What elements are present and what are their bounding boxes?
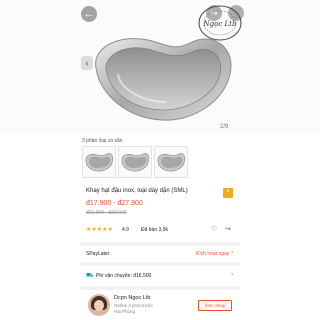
image-page-counter: 2/9 (220, 124, 229, 130)
chevron-right-icon: › (231, 271, 234, 278)
divider (80, 286, 240, 290)
avatar-face (94, 300, 104, 311)
kidney-dish-image (95, 38, 232, 121)
shop-avatar[interactable] (88, 294, 110, 316)
product-old-price: đ21.900 - đ29.900 (86, 210, 127, 216)
vietnam-flag-icon: ★ (223, 188, 233, 198)
heart-icon[interactable]: ♡ (211, 225, 217, 233)
sold-count: Đã bán 3,9k (141, 227, 168, 233)
truck-icon: ⛟ (86, 273, 94, 279)
variant-thumbnails: 3 phân loại có sẵn (80, 138, 242, 182)
stamp-text: Ngọc Ltb (203, 20, 237, 28)
shipping-row[interactable]: ⛟ Phí vận chuyển: đ16.500 › (80, 269, 240, 285)
share-icon[interactable]: ↪ (225, 225, 231, 233)
divider (80, 262, 240, 266)
product-price: đ17.900 - đ27.900 (86, 200, 143, 207)
rating-stars-icon: ★★★★★ (86, 227, 113, 233)
divider (80, 242, 240, 246)
variant-thumbnail[interactable] (118, 146, 152, 178)
shipping-fee-label: Phí vận chuyển: đ16.500 (96, 273, 152, 279)
shop-location: Hải Phòng (114, 309, 136, 314)
variant-thumbnail[interactable] (154, 146, 188, 178)
spaylater-row[interactable]: SPayLater Kích hoạt ngay › (80, 247, 240, 263)
variants-label: 3 phân loại có sẵn (82, 138, 123, 144)
rating-value: 4.9 (122, 227, 129, 233)
rating-row[interactable]: ★★★★★ 4.9 Đã bán 3,9k ♡ ↪ (80, 224, 240, 238)
view-shop-button[interactable]: Xem Shop (198, 300, 232, 311)
variant-thumbnail[interactable] (82, 146, 116, 178)
product-title: Khay hạt đậu inox, loại dày dặn (SML) (86, 188, 188, 194)
product-screen: ← ↪ 🛒 ‹ Ngọc Ltb 2/9 3 phân loại có sẵn … (0, 0, 320, 320)
spaylater-activate-link[interactable]: Kích hoạt ngay (196, 251, 229, 257)
spaylater-label: SPayLater (86, 251, 110, 257)
chevron-right-icon: › (231, 249, 234, 256)
back-arrow-icon[interactable]: ← (81, 6, 97, 22)
shop-name[interactable]: Dcpn Ngọc Ltb (114, 295, 150, 301)
product-image-gallery[interactable]: ← ↪ 🛒 ‹ Ngọc Ltb 2/9 (0, 0, 320, 134)
shop-section: Dcpn Ngọc Ltb Online 3 phút trước Hải Ph… (80, 292, 240, 320)
shop-online-status: Online 3 phút trước (114, 303, 153, 308)
